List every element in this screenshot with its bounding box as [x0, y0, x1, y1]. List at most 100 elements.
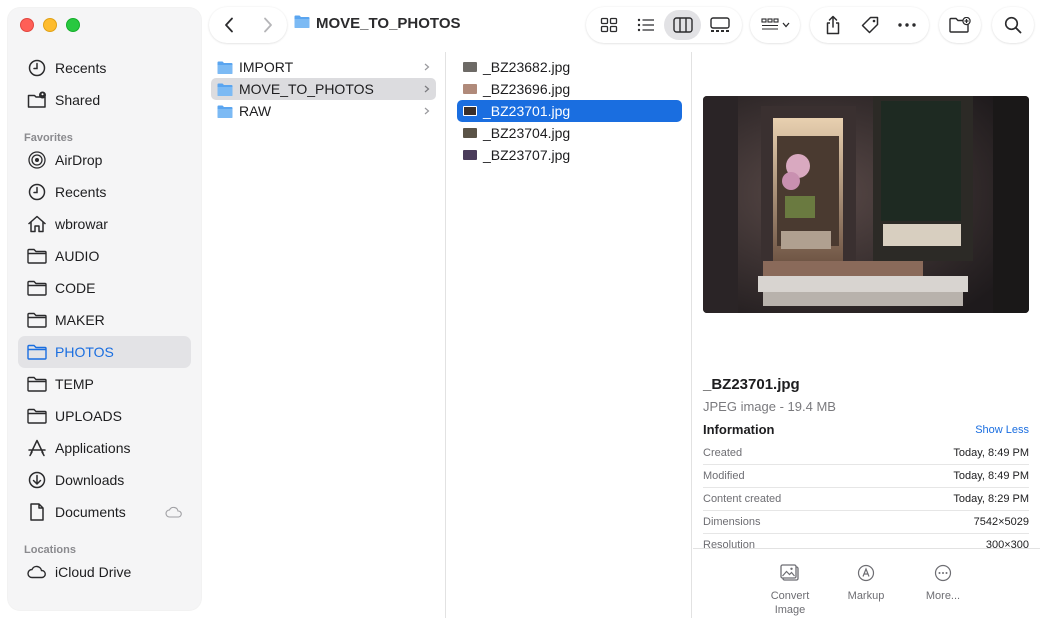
markup-button[interactable]: Markup [831, 563, 901, 603]
share-icon [826, 15, 839, 35]
chevron-right-icon [424, 63, 430, 71]
folder-icon [26, 310, 48, 330]
file-label: _BZ23701.jpg [483, 103, 571, 119]
share-button[interactable] [814, 10, 851, 40]
close-window-button[interactable] [20, 18, 34, 32]
folder-row-move-to-photos[interactable]: MOVE_TO_PHOTOS [211, 78, 436, 100]
gallery-view-button[interactable] [701, 10, 738, 40]
more-button[interactable]: More... [908, 563, 978, 603]
clock-icon [26, 58, 48, 78]
forward-button[interactable] [248, 7, 287, 43]
chevron-right-icon [424, 107, 430, 115]
sidebar-item-temp[interactable]: TEMP [18, 368, 191, 400]
sidebar-item-label: Shared [55, 92, 101, 108]
folder-row-import[interactable]: IMPORT [211, 56, 436, 78]
toolbar: MOVE_TO_PHOTOS [201, 0, 1040, 52]
new-folder-button[interactable] [939, 7, 981, 43]
sidebar-item-maker[interactable]: MAKER [18, 304, 191, 336]
locations-header: Locations [24, 544, 76, 556]
sidebar-item-label: AUDIO [55, 248, 100, 264]
sidebar-item-label: Downloads [55, 472, 125, 488]
info-value: Today, 8:49 PM [953, 470, 1029, 482]
favorites-header: Favorites [24, 132, 73, 144]
file-row[interactable]: _BZ23682.jpg [457, 56, 682, 78]
columns-icon [672, 17, 693, 33]
image-thumbnail-icon [463, 150, 477, 160]
image-preview [703, 96, 1029, 313]
sidebar-item-uploads[interactable]: UPLOADS [18, 400, 191, 432]
file-row[interactable]: _BZ23707.jpg [457, 144, 682, 166]
action-label: More... [925, 590, 961, 602]
sidebar-item-applications[interactable]: Applications [18, 432, 191, 464]
chevron-right-icon [424, 85, 430, 93]
column-view-button[interactable] [664, 10, 701, 40]
shared-folder-icon [26, 90, 48, 110]
sidebar-item-photos[interactable]: PHOTOS [18, 336, 191, 368]
cloud-icon [26, 562, 48, 582]
sidebar-item-airdrop[interactable]: AirDrop [18, 144, 191, 176]
sidebar-item-icloud-drive[interactable]: iCloud Drive [18, 556, 191, 588]
zoom-window-button[interactable] [66, 18, 80, 32]
icon-view-button[interactable] [590, 10, 627, 40]
sidebar-item-label: CODE [55, 280, 96, 296]
ellipsis-icon [897, 23, 916, 27]
group-icon [760, 18, 779, 30]
sidebar: Recents Shared Favorites AirDrop Recents… [8, 8, 201, 610]
list-icon [637, 18, 654, 32]
sidebar-item-recents[interactable]: Recents [18, 52, 191, 84]
sidebar-item-label: Recents [55, 60, 107, 76]
sidebar-item-label: UPLOADS [55, 408, 122, 424]
more-circle-icon [908, 563, 978, 583]
chevron-right-icon [263, 17, 272, 33]
applications-icon [26, 438, 48, 458]
file-row[interactable]: _BZ23704.jpg [457, 122, 682, 144]
file-row[interactable]: _BZ23696.jpg [457, 78, 682, 100]
chevron-down-icon [782, 22, 789, 28]
sidebar-item-downloads[interactable]: Downloads [18, 464, 191, 496]
information-header: Information [703, 422, 775, 437]
sidebar-item-documents[interactable]: Documents [18, 496, 191, 528]
folder-icon [294, 15, 310, 32]
info-key: Dimensions [703, 516, 761, 528]
sidebar-item-code[interactable]: CODE [18, 272, 191, 304]
markup-icon [831, 563, 901, 583]
more-actions-button[interactable] [888, 10, 925, 40]
tag-icon [861, 16, 878, 34]
image-thumbnail-icon [463, 106, 477, 116]
sidebar-item-shared[interactable]: Shared [18, 84, 191, 116]
back-button[interactable] [209, 7, 248, 43]
info-row-created: Created Today, 8:49 PM [703, 442, 1029, 465]
folder-label: RAW [239, 103, 272, 119]
info-row-dimensions: Dimensions 7542×5029 [703, 511, 1029, 534]
sidebar-item-label: Recents [55, 184, 107, 200]
folder-icon [26, 342, 48, 362]
group-by-button[interactable] [750, 7, 800, 43]
convert-image-button[interactable]: Convert Image [755, 563, 825, 617]
sidebar-item-audio[interactable]: AUDIO [18, 240, 191, 272]
sidebar-item-label: AirDrop [55, 152, 103, 168]
home-icon [26, 214, 48, 234]
info-value: Today, 8:29 PM [953, 493, 1029, 505]
sidebar-item-label: Documents [55, 504, 126, 520]
folder-icon [217, 83, 233, 96]
file-row-selected[interactable]: _BZ23701.jpg [457, 100, 682, 122]
preview-file-name: _BZ23701.jpg [703, 376, 800, 393]
finder-window: Recents Shared Favorites AirDrop Recents… [0, 0, 1040, 618]
sidebar-item-label: TEMP [55, 376, 94, 392]
icloud-status-icon [165, 505, 183, 521]
sidebar-item-home[interactable]: wbrowar [18, 208, 191, 240]
tags-button[interactable] [851, 10, 888, 40]
action-label: Convert Image [770, 590, 810, 616]
file-label: _BZ23696.jpg [483, 81, 571, 97]
list-view-button[interactable] [627, 10, 664, 40]
search-button[interactable] [992, 7, 1034, 43]
show-less-link[interactable]: Show Less [975, 424, 1029, 436]
folder-row-raw[interactable]: RAW [211, 100, 436, 122]
sidebar-list: Recents Shared Favorites AirDrop Recents… [18, 52, 191, 588]
sidebar-item-recents-fav[interactable]: Recents [18, 176, 191, 208]
info-value: 300×300 [985, 539, 1029, 548]
minimize-window-button[interactable] [43, 18, 57, 32]
info-value: Today, 8:49 PM [953, 447, 1029, 459]
gallery-icon [709, 17, 730, 32]
sidebar-item-label: MAKER [55, 312, 105, 328]
